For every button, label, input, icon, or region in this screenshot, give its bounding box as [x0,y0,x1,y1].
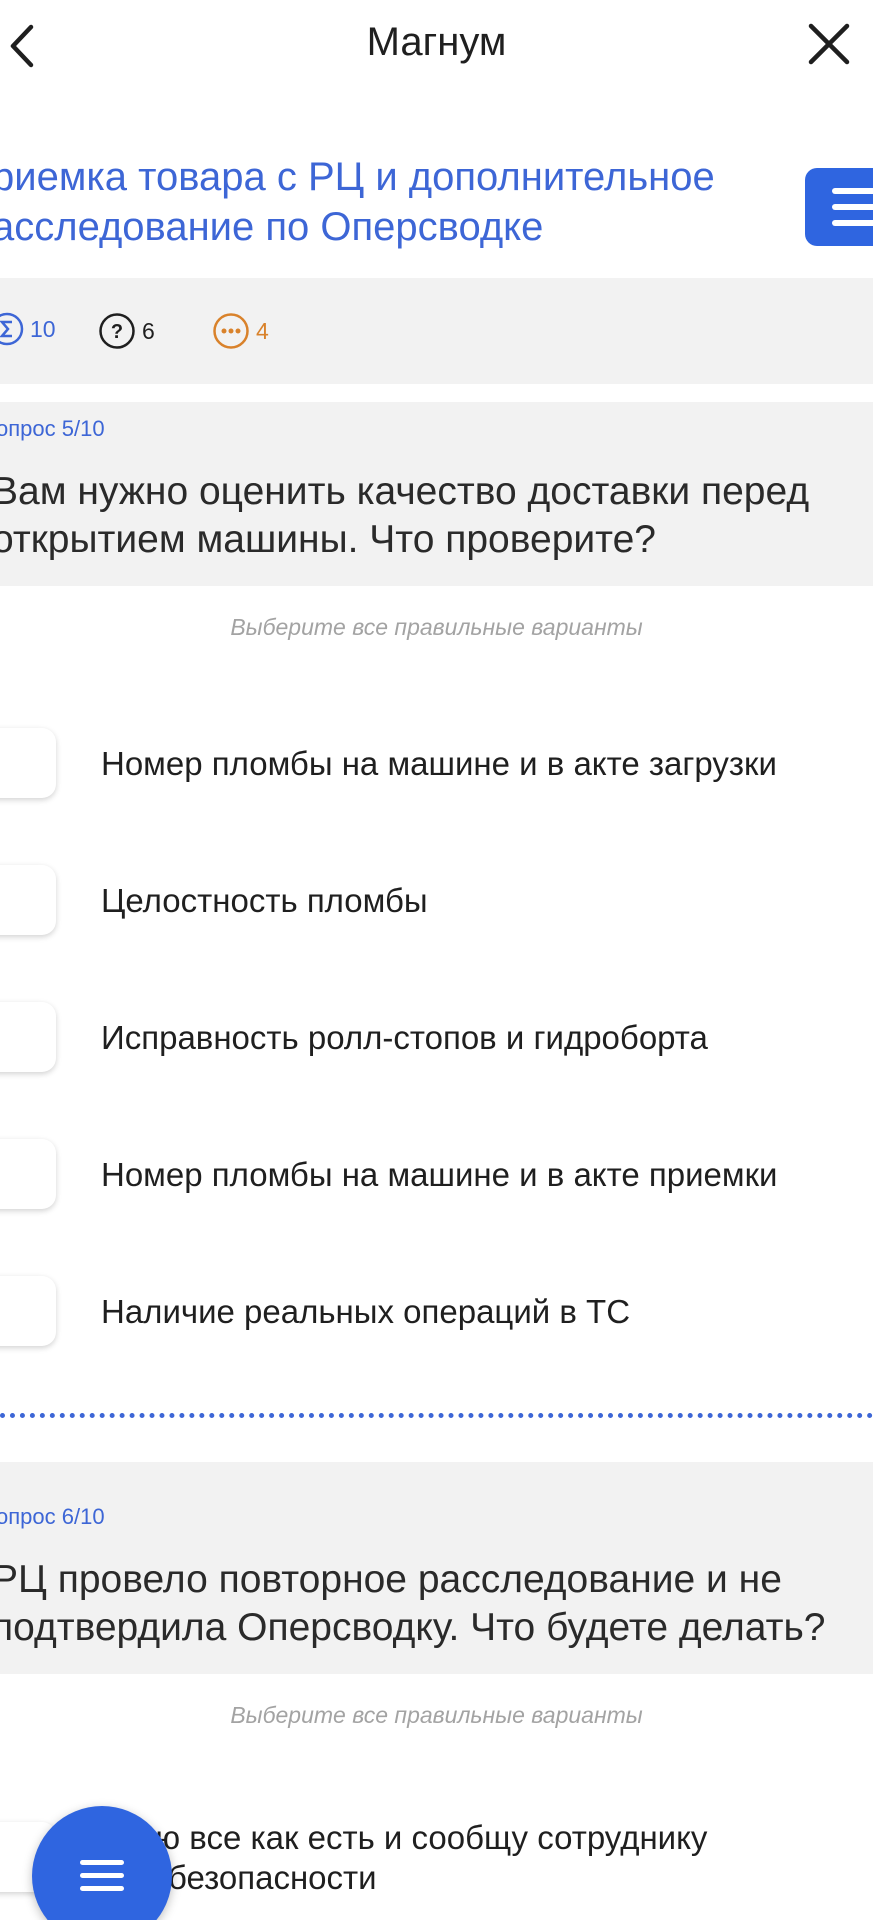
option-checkbox[interactable] [0,865,56,935]
answer-option[interactable]: Номер пломбы на машине и в акте загрузки [0,728,873,798]
answer-option[interactable]: Исправность ролл-стопов и гидроборта [0,1002,873,1072]
question-text-line: открытием машины. Что проверите? [0,518,656,561]
question-card: опрос 5/10 Вам нужно оценить качество до… [0,402,873,586]
sigma-icon [0,312,24,346]
app-title: Магнум [366,20,507,64]
stat-in-progress: 4 [212,312,269,350]
answer-option[interactable]: Наличие реальных операций в ТС [0,1276,873,1346]
stat-in-progress-value: 4 [256,317,269,344]
question-hint: Выберите все правильные варианты [230,614,643,640]
option-checkbox[interactable] [0,1002,56,1072]
top-bar: Магнум [0,0,873,96]
answer-option[interactable]: Целостность пломбы [0,865,873,935]
course-title: риемка товара с РЦ и дополнительное ассл… [0,152,792,252]
question-number: опрос 5/10 [0,416,105,441]
stat-total: 10 [0,312,56,346]
option-label: Наличие реальных операций в ТС [101,1293,631,1330]
stat-unanswered-value: 6 [142,317,155,344]
option-checkbox[interactable] [0,1276,56,1346]
question-text: РЦ провело повторное расследование и не … [0,1556,873,1652]
close-icon [808,23,850,65]
option-label: Номер пломбы на машине и в акте приемки [101,1156,778,1193]
more-circle-icon [213,313,249,349]
question-text-line: подтвердила Оперсводку. Что будете делат… [0,1606,826,1649]
option-label: Номер пломбы на машине и в акте загрузки [101,745,777,782]
answer-option[interactable]: Номер пломбы на машине и в акте приемки [0,1139,873,1209]
question-card: опрос 6/10 РЦ провело повторное расследо… [0,1462,873,1674]
option-label-line: авлю все как есть и сообщу сотруднику [101,1819,708,1856]
question-number: опрос 6/10 [0,1504,105,1529]
option-checkbox[interactable] [0,1139,56,1209]
option-label[interactable]: авлю все как есть и сообщу сотруднику кб… [101,1818,861,1898]
question-hint: Выберите все правильные варианты [230,1702,643,1728]
course-title-line: риемка товара с РЦ и дополнительное [0,155,715,199]
option-label: Исправность ролл-стопов и гидроборта [101,1019,708,1056]
question-circle-icon: ? [99,313,135,349]
stat-unanswered: ? 6 [98,312,155,350]
question-text-line: Вам нужно оценить качество доставки пере… [0,470,810,513]
stat-total-value: 10 [30,315,56,342]
option-checkbox[interactable] [0,728,56,798]
close-button[interactable] [805,20,853,68]
stats-bar: 10 ? 6 4 [0,278,873,384]
course-menu-button[interactable] [805,168,873,246]
option-label: Целостность пломбы [101,882,428,919]
question-divider [0,1413,873,1418]
course-title-line: асследование по Оперсводке [0,205,544,249]
svg-text:?: ? [111,321,123,343]
option-label-line: кбы безопасности [101,1859,377,1896]
question-text-line: РЦ провело повторное расследование и не [0,1558,782,1601]
question-text: Вам нужно оценить качество доставки пере… [0,468,873,564]
